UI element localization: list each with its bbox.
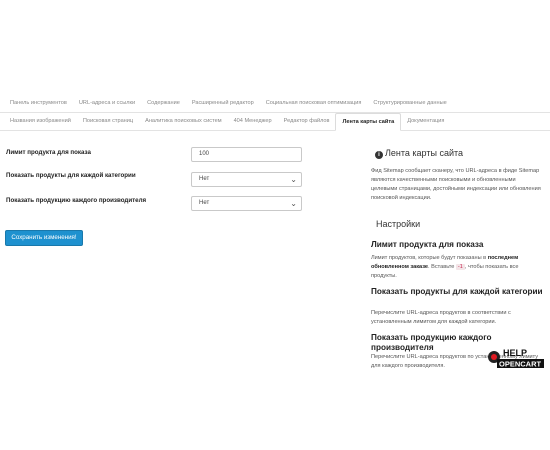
tab-file-editor[interactable]: Редактор файлов bbox=[278, 113, 336, 130]
sidebar-intro: Фид Sitemap сообщает сканеру, что URL-ад… bbox=[371, 168, 541, 201]
limit-help-text-a: Лимит продуктов, которые будут показаны … bbox=[371, 255, 487, 261]
per-manufacturer-value: Нет bbox=[199, 200, 210, 206]
tab-row-2: Названия изображений Поисковая страниц А… bbox=[0, 113, 550, 131]
tab-sitemap-feed[interactable]: Лента карты сайта bbox=[335, 113, 402, 131]
chevron-down-icon: ⌄ bbox=[290, 199, 297, 208]
tab-urls[interactable]: URL-адреса и ссылки bbox=[73, 95, 141, 112]
category-help-heading: Показать продукты для каждой категории bbox=[371, 287, 543, 296]
limit-help-text: Лимит продуктов, которые будут показаны … bbox=[371, 254, 543, 281]
tab-dashboard[interactable]: Панель инструментов bbox=[0, 95, 73, 112]
tab-image-names[interactable]: Названия изображений bbox=[0, 113, 77, 130]
per-manufacturer-select[interactable]: Нет ⌄ bbox=[191, 196, 302, 211]
settings-heading: Настройки bbox=[376, 219, 421, 229]
sidebar-title: i Лента карты сайта bbox=[375, 148, 463, 159]
chevron-down-icon: ⌄ bbox=[290, 175, 297, 184]
tab-search-analytics[interactable]: Аналитика поисковых систем bbox=[139, 113, 227, 130]
per-category-select[interactable]: Нет ⌄ bbox=[191, 172, 302, 187]
logo-text-bottom: OPENCART bbox=[499, 360, 542, 369]
info-icon: i bbox=[375, 151, 383, 159]
logo-badge-dot-icon bbox=[491, 354, 497, 360]
tab-advanced-editor[interactable]: Расширенный редактор bbox=[186, 95, 260, 112]
per-category-value: Нет bbox=[199, 176, 210, 182]
per-manufacturer-label: Показать продукцию каждого производителя bbox=[6, 197, 147, 204]
limit-label: Лимит продукта для показа bbox=[6, 149, 91, 156]
tab-404-manager[interactable]: 404 Менеджер bbox=[228, 113, 278, 130]
limit-input[interactable]: 100 bbox=[191, 147, 302, 162]
logo-text-top: HELP bbox=[503, 348, 527, 358]
per-category-label: Показать продукты для каждой категории bbox=[6, 172, 136, 179]
tab-row-1: Панель инструментов URL-адреса и ссылки … bbox=[0, 95, 550, 113]
tab-search-pages[interactable]: Поисковая страниц bbox=[77, 113, 139, 130]
tab-bar: Панель инструментов URL-адреса и ссылки … bbox=[0, 95, 550, 131]
tab-documentation[interactable]: Документация bbox=[401, 113, 450, 130]
tab-content[interactable]: Содержание bbox=[141, 95, 186, 112]
save-button[interactable]: Сохранить изменения! bbox=[5, 230, 83, 246]
tab-social-seo[interactable]: Социальная поисковая оптимизация bbox=[260, 95, 368, 112]
limit-help-text-b: . Вставьте bbox=[428, 264, 455, 270]
help-opencart-logo: HELP OPENCART bbox=[488, 348, 544, 369]
tab-structured-data[interactable]: Структурированные данные bbox=[367, 95, 452, 112]
limit-help-code: -1 bbox=[455, 264, 465, 270]
sidebar-title-text: Лента карты сайта bbox=[385, 148, 464, 158]
limit-help-heading: Лимит продукта для показа bbox=[371, 240, 484, 249]
category-help-text: Перечислите URL-адреса продуктов в соотв… bbox=[371, 310, 511, 325]
